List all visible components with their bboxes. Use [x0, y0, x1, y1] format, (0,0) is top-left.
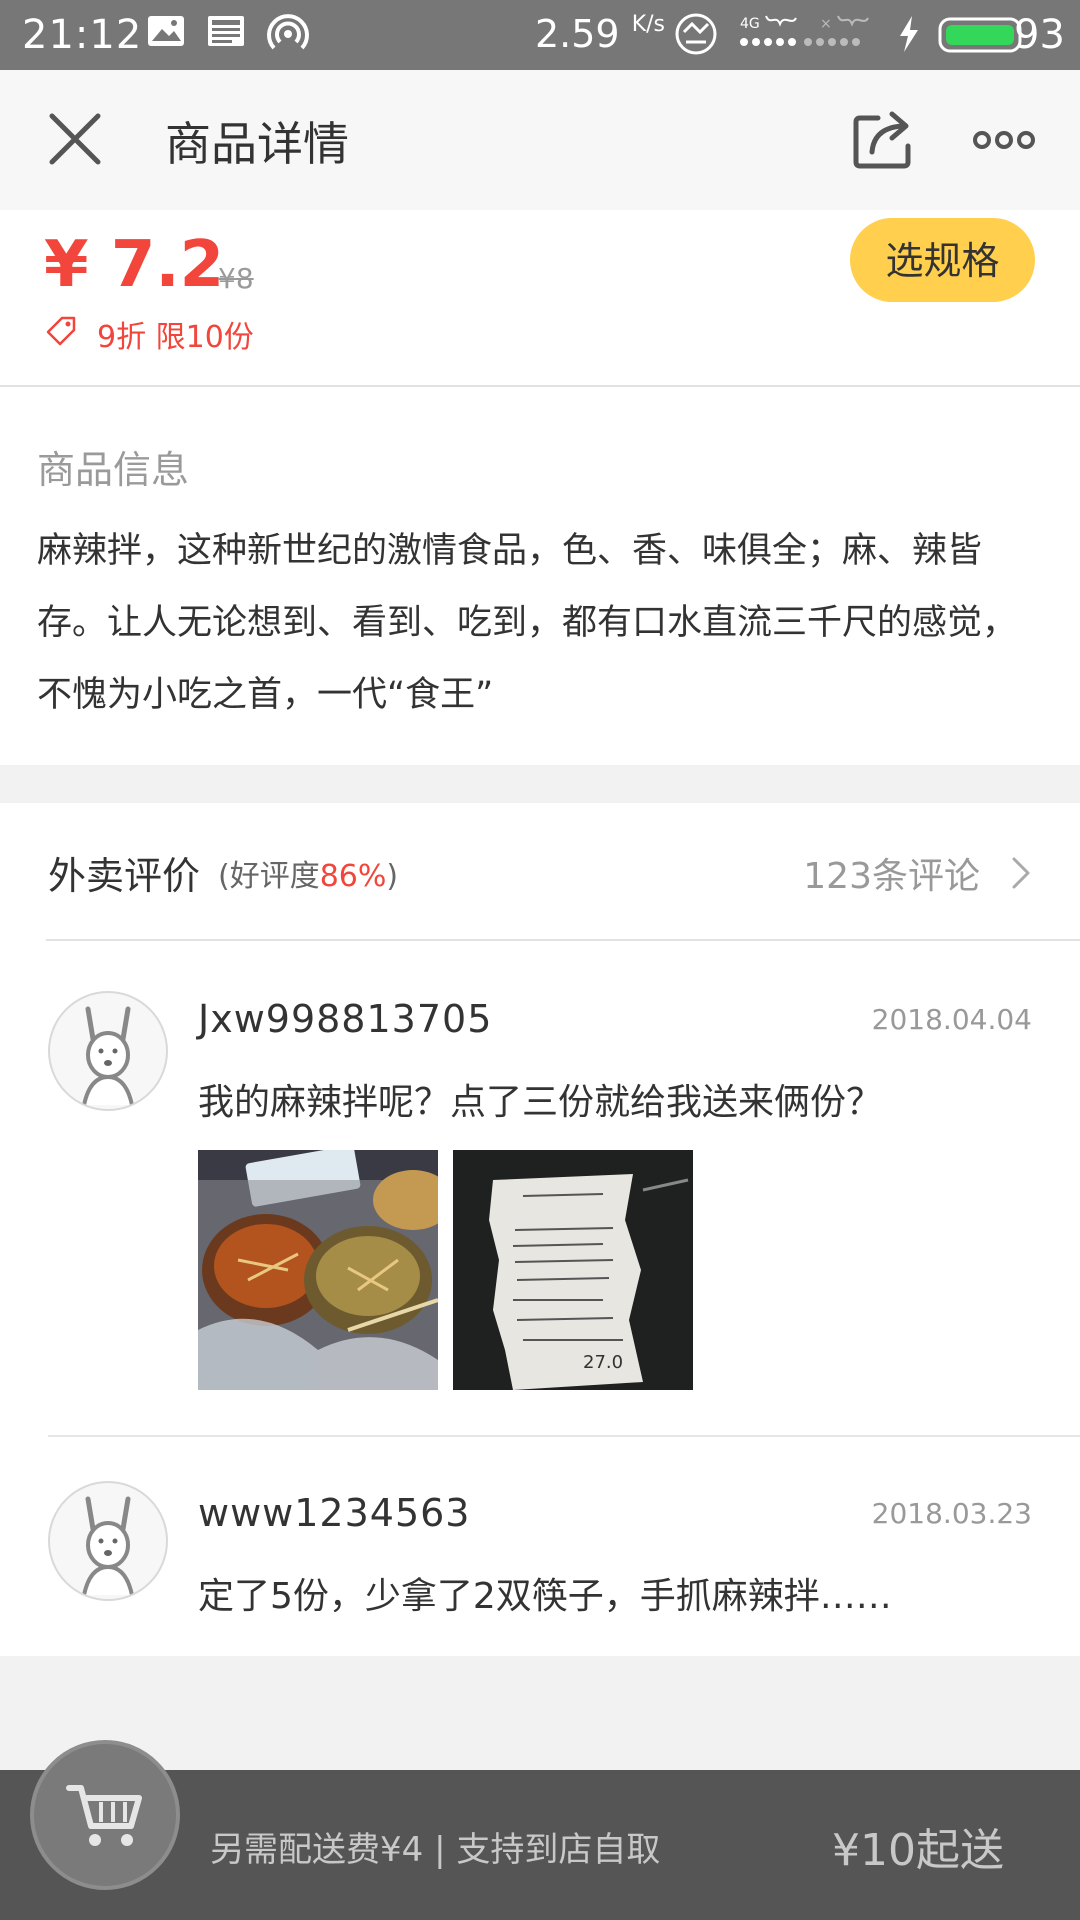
status-bar: 21:12 2.59 K/s 4G × 93	[0, 0, 1080, 70]
svg-text:27.0: 27.0	[583, 1352, 623, 1373]
product-info-section: 商品信息 麻辣拌，这种新世纪的激情食品，色、香、味俱全；麻、辣皆存。让人无论想到…	[0, 387, 1080, 765]
review-photo[interactable]: 27.0	[453, 1150, 693, 1390]
kangaroo-avatar-icon	[82, 1496, 134, 1596]
review-username: Jxw998813705	[198, 997, 493, 1041]
discount-tag-icon	[46, 316, 76, 346]
svg-text:×: ×	[820, 16, 832, 32]
minimum-order: ¥10起送	[832, 1825, 1004, 1876]
divider	[46, 939, 1080, 941]
avatar	[48, 1481, 168, 1601]
review-text: 我的麻辣拌呢？点了三份就给我送来俩份？	[198, 1082, 883, 1123]
review-text: 定了5份，少拿了2双筷子，手抓麻辣拌……	[198, 1576, 892, 1617]
svg-text:4G: 4G	[740, 16, 760, 32]
hotspot-icon	[267, 14, 309, 50]
share-icon[interactable]	[852, 106, 916, 170]
food-photo-icon	[198, 1150, 438, 1390]
divider	[48, 1435, 1080, 1437]
status-time: 21:12	[22, 12, 143, 58]
cart-icon	[66, 1785, 142, 1846]
image-icon	[148, 16, 184, 46]
review-photo[interactable]	[198, 1150, 438, 1390]
app-header: 商品详情	[0, 70, 1080, 210]
current-price: ¥ 7.2	[44, 228, 225, 302]
select-spec-button[interactable]: 选规格	[850, 218, 1035, 302]
net-speed: 2.59 K/s	[535, 12, 666, 56]
charging-icon	[900, 16, 918, 52]
receipt-photo-icon: 27.0	[453, 1150, 693, 1390]
review-date: 2018.04.04	[871, 1003, 1032, 1036]
news-icon	[208, 16, 244, 46]
positive-rate: (好评度86%)	[218, 859, 399, 894]
delivery-fee-text: 另需配送费¥4 | 支持到店自取	[210, 1830, 661, 1870]
price-card: ¥ 7.2 ¥8 9折 限10份 选规格	[0, 210, 1080, 387]
review-date: 2018.03.23	[871, 1497, 1032, 1530]
original-price: ¥8	[218, 262, 254, 295]
signal-4g-icon: 4G ×	[740, 15, 869, 46]
page-title: 商品详情	[165, 117, 349, 171]
cart-button[interactable]	[30, 1740, 180, 1890]
reviews-title: 外卖评价	[48, 854, 201, 898]
product-description: 麻辣拌，这种新世纪的激情食品，色、香、味俱全；麻、辣皆存。让人无论想到、看到、吃…	[37, 531, 1018, 715]
avatar	[48, 991, 168, 1111]
discount-label: 9折 限10份	[97, 320, 254, 355]
review-username: www1234563	[198, 1491, 471, 1535]
product-info-title: 商品信息	[37, 448, 190, 492]
close-icon[interactable]	[46, 110, 104, 168]
review-count: 123条评论	[803, 856, 980, 897]
more-icon[interactable]	[972, 126, 1036, 154]
battery-level: 93	[1014, 12, 1065, 58]
kangaroo-avatar-icon	[82, 1006, 134, 1106]
app-badge-icon	[675, 13, 717, 55]
chevron-right-icon	[1012, 857, 1030, 889]
reviews-section: 外卖评价 (好评度86%) 123条评论 Jxw998813705 2018.0…	[0, 803, 1080, 1656]
